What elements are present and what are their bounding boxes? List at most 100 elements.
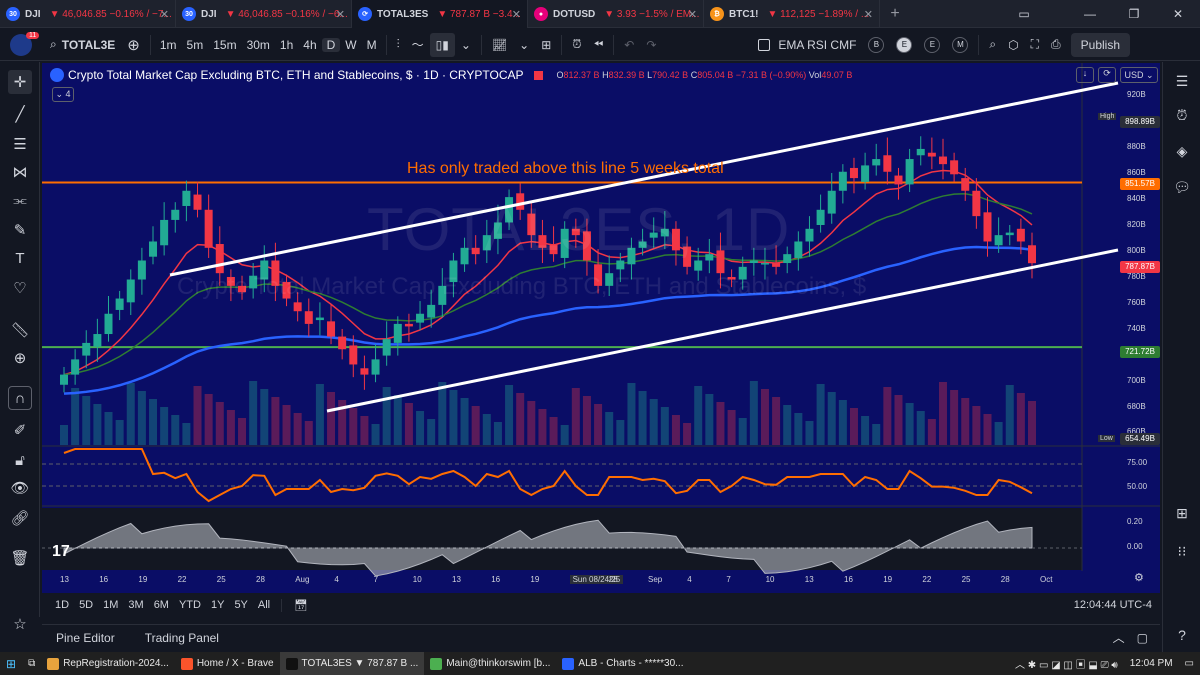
chevron-up-icon[interactable]: ︿ (1113, 629, 1125, 646)
camera-icon[interactable]: ⎙ (1045, 29, 1067, 61)
timeframe-1h[interactable]: 1h (275, 38, 298, 52)
restore-icon[interactable]: ❐ (1112, 0, 1156, 28)
browser-tab[interactable]: ● DOTUSD ▼ 3.93 −1.5% / EM... ✕ (528, 0, 704, 28)
lock-drawing-icon[interactable]: ✐ (8, 418, 32, 442)
refresh-icon[interactable]: ⟳ (1098, 67, 1116, 83)
chat-icon[interactable]: 💬︎ (1171, 176, 1193, 198)
pattern-icon[interactable]: ⋈ (8, 160, 32, 184)
avatar[interactable]: 11 (0, 29, 44, 61)
layout-icon[interactable]: ▭ (1002, 0, 1046, 28)
close-icon[interactable]: ✕ (336, 8, 345, 21)
magnet-icon[interactable]: ∩ (8, 386, 32, 410)
taskbar-clock[interactable]: 12:04 PM (1124, 652, 1179, 675)
flag-icon[interactable] (533, 70, 543, 80)
chevron-down-icon[interactable]: ⌄ (455, 29, 477, 61)
pill-b[interactable]: B (862, 29, 890, 61)
clock-readout[interactable]: 12:04:44 UTC-4 (1074, 599, 1152, 611)
link-icon[interactable]: 🔗︎ (8, 506, 32, 530)
line-style-icon[interactable]: 〜 (406, 29, 430, 61)
range-ytd[interactable]: YTD (174, 599, 206, 611)
range-5d[interactable]: 5D (74, 599, 98, 611)
timeframe-4h[interactable]: 4h (298, 38, 321, 52)
eye-icon[interactable]: 👁︎ (8, 476, 32, 500)
zoom-in-icon[interactable]: ⊕ (8, 346, 32, 370)
help-icon[interactable]: ? (1171, 624, 1193, 646)
publish-button[interactable]: Publish (1070, 32, 1131, 57)
grid-icon[interactable]: ⊞ (1171, 502, 1193, 524)
range-5y[interactable]: 5Y (229, 599, 252, 611)
timeframe-w[interactable]: W (340, 38, 361, 52)
calendar-icon[interactable]: 📅︎ (281, 598, 313, 612)
chart-area[interactable]: TOTAL3ES, 1D Crypto Total Market Cap Exc… (42, 63, 1160, 593)
indicators-icon[interactable]: 📈︎ (486, 29, 513, 61)
text-icon[interactable]: T (8, 246, 32, 270)
data-window-icon[interactable]: ◈ (1171, 140, 1193, 162)
timeframe-30m[interactable]: 30m (242, 38, 275, 52)
browser-tab-active[interactable]: ⟳ TOTAL3ES ▼ 787.87 B −3.4... ✕ (352, 0, 528, 28)
minimize-icon[interactable]: — (1068, 0, 1112, 28)
indicator-template[interactable]: EMA RSI CMF (752, 29, 862, 61)
browser-tab[interactable]: ₿ BTC1! ▼ 112,125 −1.89% / ... ✕ (704, 0, 880, 28)
layouts-icon[interactable]: ⊞ (535, 29, 557, 61)
windows-start-icon[interactable]: ⊞ (0, 652, 22, 675)
trading-panel-tab[interactable]: Trading Panel (145, 631, 219, 645)
timeframe-5m[interactable]: 5m (182, 38, 209, 52)
new-tab-button[interactable]: + (880, 0, 910, 28)
alerts-clock-icon[interactable]: ⏰︎ (1171, 104, 1193, 126)
redo-icon[interactable]: ↷ (640, 29, 662, 61)
range-all[interactable]: All (253, 599, 275, 611)
browser-tab[interactable]: 30 DJI ▼ 46,046.85 −0.16% / −7... ✕ (0, 0, 176, 28)
range-1y[interactable]: 1Y (206, 599, 229, 611)
replay-icon[interactable]: ⏪︎ (588, 29, 610, 61)
bar-style-icon[interactable]: ⫶ (391, 29, 406, 61)
star-icon[interactable]: ☆ (8, 612, 32, 636)
fib-icon[interactable]: ⫘ (8, 188, 32, 212)
close-icon[interactable]: ✕ (864, 8, 873, 21)
timeframe-d[interactable]: D (321, 37, 341, 52)
maximize-icon[interactable]: ▢ (1137, 631, 1148, 645)
crosshair-icon[interactable]: ✛ (8, 70, 32, 94)
range-3m[interactable]: 3M (123, 599, 148, 611)
trash-icon[interactable]: 🗑︎ (8, 546, 32, 570)
undo-icon[interactable]: ↶ (618, 29, 640, 61)
taskbar-item[interactable]: Main@thinkorswim [b... (424, 652, 556, 675)
pill-e[interactable]: E (918, 29, 946, 61)
close-window-icon[interactable]: ✕ (1156, 0, 1200, 28)
task-view-icon[interactable]: ⧉ (22, 652, 41, 675)
fullscreen-icon[interactable]: ⛶ (1025, 29, 1045, 61)
search-icon[interactable]: ⌕ (983, 29, 1002, 61)
compare-icon[interactable]: ⊕ (121, 29, 146, 61)
tray-icons[interactable]: ︿ ✱ ▭ ◪ ◫ ▣ ⬓ ⎚ 🔊︎ (1009, 652, 1124, 675)
symbol-search[interactable]: ⌕ TOTAL3E (44, 29, 121, 61)
taskbar-item-active[interactable]: TOTAL3ES ▼ 787.87 B ... (279, 652, 425, 675)
pine-editor-tab[interactable]: Pine Editor (56, 631, 115, 645)
indicators-collapse-button[interactable]: ⌄ 4 (52, 87, 74, 102)
taskbar-item[interactable]: ALB - Charts - *****30... (556, 652, 689, 675)
ruler-icon[interactable]: 📏︎ (8, 318, 32, 342)
arrow-down-icon[interactable]: ↓ (1076, 67, 1094, 83)
close-icon[interactable]: ✕ (160, 8, 169, 21)
pill-e[interactable]: E (890, 29, 918, 61)
taskbar-item[interactable]: RepRegistration-2024... (41, 652, 175, 675)
trend-line-icon[interactable]: ╱ (8, 102, 32, 126)
lock-icon[interactable]: 🔓︎ (8, 448, 32, 472)
range-1m[interactable]: 1M (98, 599, 123, 611)
close-icon[interactable]: ✕ (512, 8, 521, 21)
heart-icon[interactable]: ♡ (8, 276, 32, 300)
timeframe-15m[interactable]: 15m (208, 38, 241, 52)
settings-icon[interactable]: ⚙ (1134, 571, 1144, 584)
pill-m[interactable]: M (946, 29, 974, 61)
candles-icon[interactable]: ▯▮ (429, 32, 455, 57)
horizontal-lines-icon[interactable]: ☰ (8, 132, 32, 156)
close-icon[interactable]: ✕ (688, 8, 697, 21)
browser-tab[interactable]: 30 DJI ▼ 46,046.85 −0.16% / −6... ✕ (176, 0, 352, 28)
chevron-down-icon[interactable]: ⌄ (513, 29, 535, 61)
brush-icon[interactable]: ✎ (8, 218, 32, 242)
range-1d[interactable]: 1D (50, 599, 74, 611)
timeframe-m[interactable]: M (362, 38, 382, 52)
timeframe-1m[interactable]: 1m (155, 38, 182, 52)
watchlist-icon[interactable]: ☰ (1171, 70, 1193, 92)
range-6m[interactable]: 6M (149, 599, 174, 611)
notification-icon[interactable]: ▭ (1179, 652, 1200, 675)
alert-icon[interactable]: ⏰︎ (566, 29, 587, 61)
